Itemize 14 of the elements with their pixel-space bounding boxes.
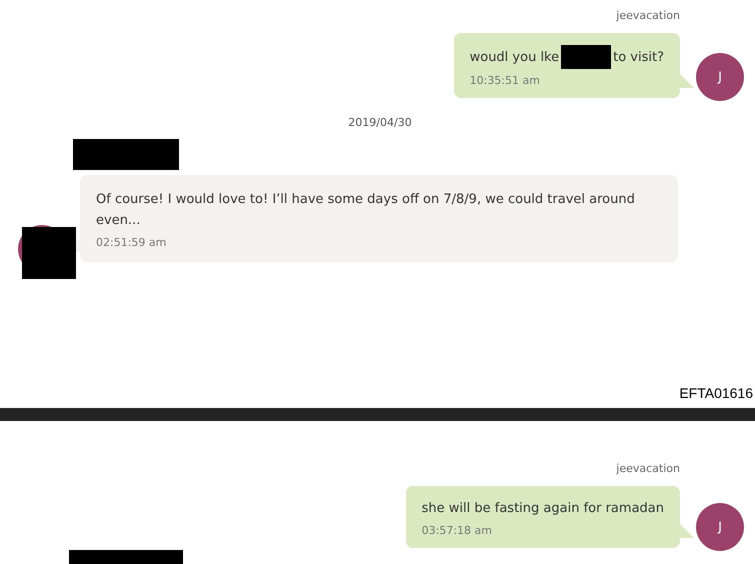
- sender-name: jeevacation: [616, 8, 680, 24]
- sender-name: jeevacation: [616, 461, 680, 477]
- avatar: J: [696, 503, 744, 551]
- message-time: 02:51:59 am: [96, 236, 168, 249]
- message-text: woudl you lke: [470, 48, 560, 66]
- message-text: to visit?: [613, 48, 664, 66]
- message-text: Of course! I would love to! I’ll have some days off on 7/8/9, we could travel around even...: [96, 192, 635, 228]
- message-text: she will be fasting again for ramadan: [422, 500, 664, 518]
- document-id: EFTA01616: [679, 385, 753, 401]
- avatar: J: [696, 53, 744, 101]
- message-time: 10:35:51 am: [470, 74, 541, 87]
- date-separator: 2019/04/30: [348, 116, 412, 129]
- redaction-mark: [561, 45, 612, 69]
- message-time: 03:57:18 am: [422, 524, 493, 537]
